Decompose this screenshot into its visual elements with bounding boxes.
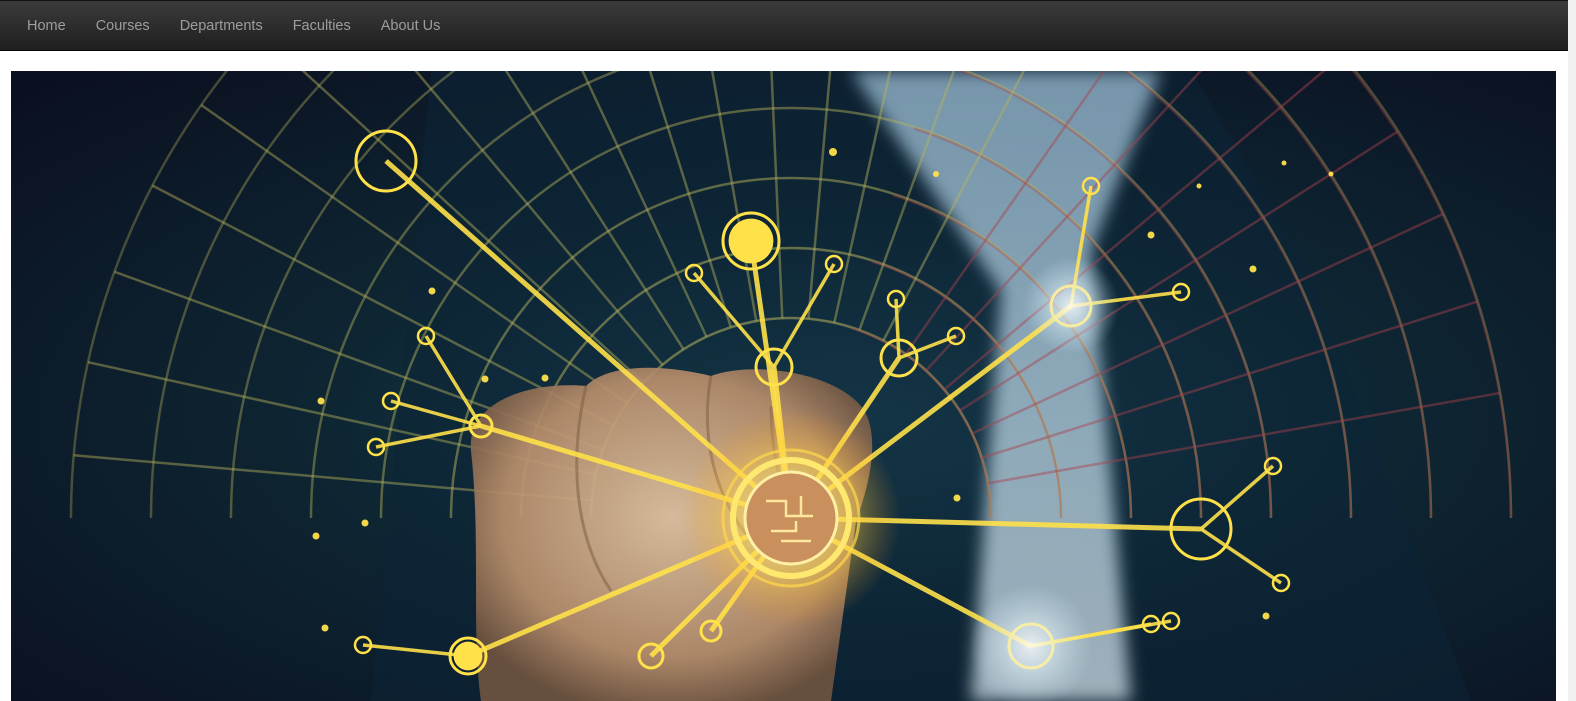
page-scrollbar[interactable] <box>1568 0 1576 701</box>
sparkle-dot <box>317 397 325 405</box>
sparkle-dot <box>933 171 939 177</box>
sparkle-dot <box>1262 612 1270 620</box>
sparkle-dot <box>953 494 961 502</box>
network-node-filled <box>453 641 483 671</box>
nav-menu: Home Courses Departments Faculties About… <box>0 1 1568 50</box>
sparkle-dot <box>1281 160 1287 166</box>
core-chip <box>681 408 901 628</box>
nav-item-courses[interactable]: Courses <box>81 1 165 51</box>
sparkle-dot <box>312 532 320 540</box>
sparkle-dot <box>361 519 369 527</box>
sparkle-dot <box>428 287 436 295</box>
sparkle-dot <box>321 624 329 632</box>
sparkle-dot <box>1328 171 1334 177</box>
sparkle-dot <box>1249 265 1257 273</box>
network-glow <box>1022 257 1120 355</box>
sparkle-dot <box>1196 183 1202 189</box>
top-navbar: Home Courses Departments Faculties About… <box>0 0 1568 51</box>
nav-item-departments[interactable]: Departments <box>165 1 278 51</box>
nav-item-faculties[interactable]: Faculties <box>278 1 366 51</box>
sparkle-dot <box>1147 231 1155 239</box>
sparkle-dot <box>541 374 549 382</box>
hero-banner-image <box>11 71 1556 701</box>
network-node-filled <box>728 218 774 264</box>
hero-network-illustration <box>11 71 1556 701</box>
nav-item-home[interactable]: Home <box>12 1 81 51</box>
sparkle-dot <box>481 375 489 383</box>
nav-item-about-us[interactable]: About Us <box>366 1 456 51</box>
sparkle-dot <box>829 148 837 156</box>
